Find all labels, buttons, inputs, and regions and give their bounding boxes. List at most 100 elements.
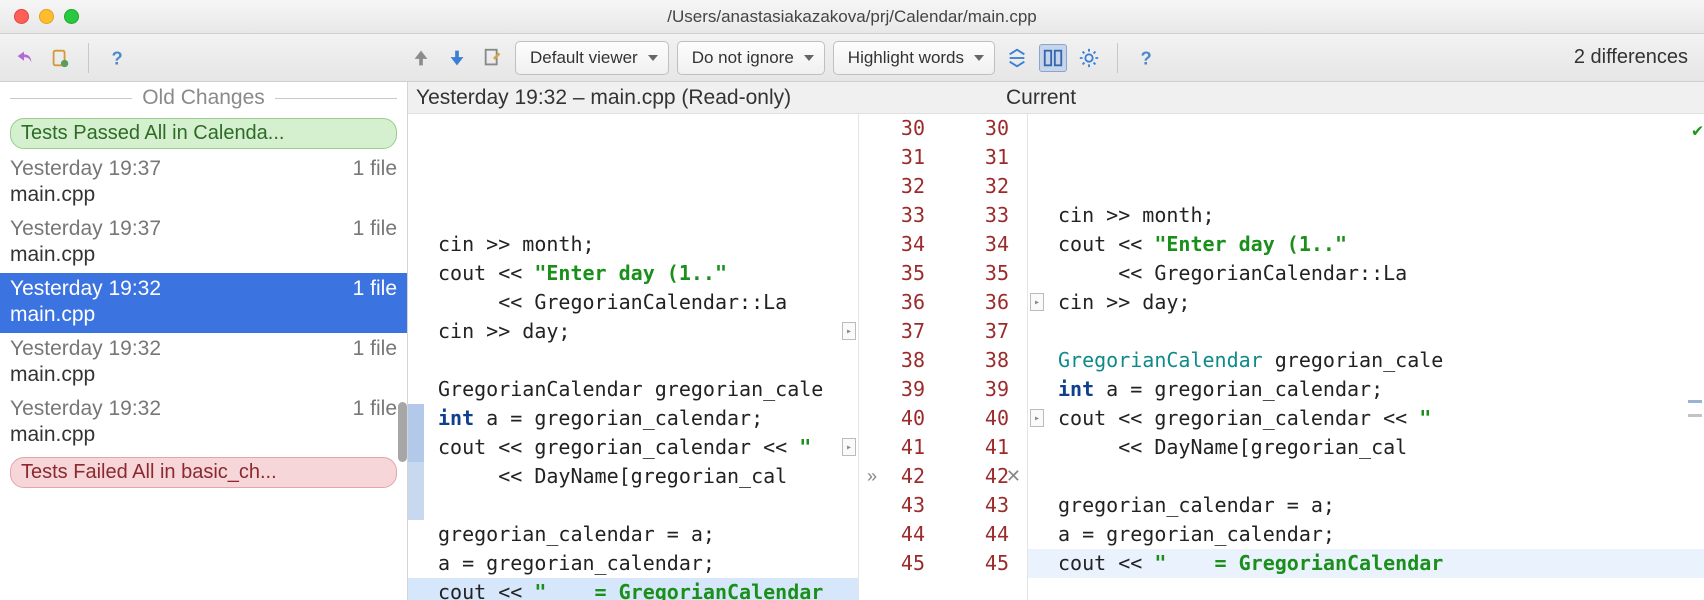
line-number: 34 [943, 230, 1009, 259]
line-number: 41 [859, 433, 925, 462]
code-line: cout << gregorian_calendar << "▸ [1028, 404, 1704, 433]
changes-list: Yesterday 19:371 filemain.cppYesterday 1… [0, 153, 407, 453]
close-window-button[interactable] [14, 9, 29, 24]
tests-passed-pill[interactable]: Tests Passed All in Calenda... [10, 118, 397, 149]
ignore-dropdown-label: Do not ignore [692, 48, 794, 68]
code-line: gregorian_calendar = a; [408, 520, 858, 549]
code-line: << DayName[gregorian_cal [1028, 433, 1704, 462]
next-diff-button[interactable] [443, 44, 471, 72]
fold-icon[interactable]: ▸ [1030, 293, 1044, 311]
remove-x-icon[interactable]: ✕ [1006, 466, 1021, 487]
viewer-dropdown-label: Default viewer [530, 48, 638, 68]
help-icon: ? [1135, 47, 1157, 69]
revert-icon [49, 47, 71, 69]
window-controls [14, 9, 79, 24]
separator [1117, 43, 1118, 73]
line-number: 45 [943, 549, 1009, 578]
line-number: 35 [859, 259, 925, 288]
change-file-name: main.cpp [10, 183, 397, 207]
code-line: GregorianCalendar gregorian_cale [408, 375, 858, 404]
svg-text:?: ? [1141, 47, 1152, 68]
change-time: Yesterday 19:37 [10, 217, 161, 241]
line-number: 43 [943, 491, 1009, 520]
tests-failed-pill[interactable]: Tests Failed All in basic_ch... [10, 457, 397, 488]
change-item[interactable]: Yesterday 19:321 filemain.cpp [0, 393, 407, 453]
settings-button[interactable] [1075, 44, 1103, 72]
insert-arrow-icon[interactable]: » [867, 466, 877, 487]
code-line: << GregorianCalendar::La [1028, 259, 1704, 288]
edit-icon [482, 47, 504, 69]
diff-count-label: 2 differences [1574, 46, 1688, 69]
line-number: 36 [859, 288, 925, 317]
left-code-pane[interactable]: cin >> month;cout << "Enter day (1.." <<… [408, 114, 858, 600]
window-title: /Users/anastasiakazakova/prj/Calendar/ma… [667, 7, 1036, 27]
collapse-unchanged-button[interactable] [1003, 44, 1031, 72]
line-number: 34 [859, 230, 925, 259]
change-file-count: 1 file [353, 337, 397, 361]
minimize-window-button[interactable] [39, 9, 54, 24]
svg-text:?: ? [112, 47, 123, 68]
code-line: gregorian_calendar = a; [1028, 491, 1704, 520]
line-number: 37 [859, 317, 925, 346]
viewer-dropdown[interactable]: Default viewer [515, 41, 669, 75]
code-line [1028, 578, 1704, 600]
change-item[interactable]: Yesterday 19:321 filemain.cpp [0, 333, 407, 393]
arrow-down-icon [446, 47, 468, 69]
line-number: 33 [943, 201, 1009, 230]
sidebar-scrollbar[interactable] [398, 402, 407, 462]
revert-button[interactable] [46, 44, 74, 72]
diff-headers: Yesterday 19:32 – main.cpp (Read-only) C… [408, 82, 1704, 114]
change-time: Yesterday 19:32 [10, 397, 161, 421]
fold-icon[interactable]: ▸ [842, 438, 856, 456]
prev-diff-button[interactable] [407, 44, 435, 72]
help-button[interactable]: ? [103, 44, 131, 72]
line-number: 43 [859, 491, 925, 520]
line-number: 37 [943, 317, 1009, 346]
code-line: cout << " = GregorianCalendar [1028, 549, 1704, 578]
line-number: 45 [859, 549, 925, 578]
line-number: 32 [943, 172, 1009, 201]
diff-body: cin >> month;cout << "Enter day (1.." <<… [408, 114, 1704, 600]
code-line: cin >> day;▸ [1028, 288, 1704, 317]
code-line: cout << gregorian_calendar << "▸ [408, 433, 858, 462]
help-icon: ? [106, 47, 128, 69]
code-line: int a = gregorian_calendar; [1028, 375, 1704, 404]
ignore-dropdown[interactable]: Do not ignore [677, 41, 825, 75]
edit-source-button[interactable] [479, 44, 507, 72]
code-line [408, 346, 858, 375]
code-line: cin >> day;▸ [408, 317, 858, 346]
code-line: cout << "Enter day (1.." [408, 259, 858, 288]
change-item[interactable]: Yesterday 19:371 filemain.cpp [0, 213, 407, 273]
change-item[interactable]: Yesterday 19:37 1 filemain.cpp [0, 153, 407, 213]
highlight-dropdown[interactable]: Highlight words [833, 41, 995, 75]
right-pane-header: Current [998, 86, 1076, 110]
change-item[interactable]: Yesterday 19:321 filemain.cpp [0, 273, 407, 333]
undo-button[interactable] [10, 44, 38, 72]
sync-scroll-icon [1042, 47, 1064, 69]
titlebar: /Users/anastasiakazakova/prj/Calendar/ma… [0, 0, 1704, 34]
right-code-pane[interactable]: ✔ cin >> month;cout << "Enter day (1.." … [1028, 114, 1704, 600]
change-file-count: 1 file [353, 157, 397, 181]
change-file-count: 1 file [353, 397, 397, 421]
line-number: 30 [859, 114, 925, 143]
change-time: Yesterday 19:32 [10, 337, 161, 361]
code-line: cout << " = GregorianCalendar [408, 578, 858, 600]
line-number: 40 [943, 404, 1009, 433]
line-number: 38 [943, 346, 1009, 375]
line-number-gutter: 30313233343536373839404142434445 3031323… [858, 114, 1028, 600]
line-number: 41 [943, 433, 1009, 462]
line-number: 38 [859, 346, 925, 375]
sidebar-header-label: Old Changes [142, 86, 265, 110]
line-number: 39 [943, 375, 1009, 404]
change-time: Yesterday 19:37 [10, 157, 161, 181]
fold-icon[interactable]: ▸ [1030, 409, 1044, 427]
fold-icon[interactable]: ▸ [842, 322, 856, 340]
line-number: 30 [943, 114, 1009, 143]
change-file-count: 1 file [353, 217, 397, 241]
collapse-icon [1006, 47, 1028, 69]
code-line: cout << "Enter day (1.." [1028, 230, 1704, 259]
code-line: a = gregorian_calendar; [408, 549, 858, 578]
zoom-window-button[interactable] [64, 9, 79, 24]
help-button-2[interactable]: ? [1132, 44, 1160, 72]
sync-scroll-button[interactable] [1039, 44, 1067, 72]
